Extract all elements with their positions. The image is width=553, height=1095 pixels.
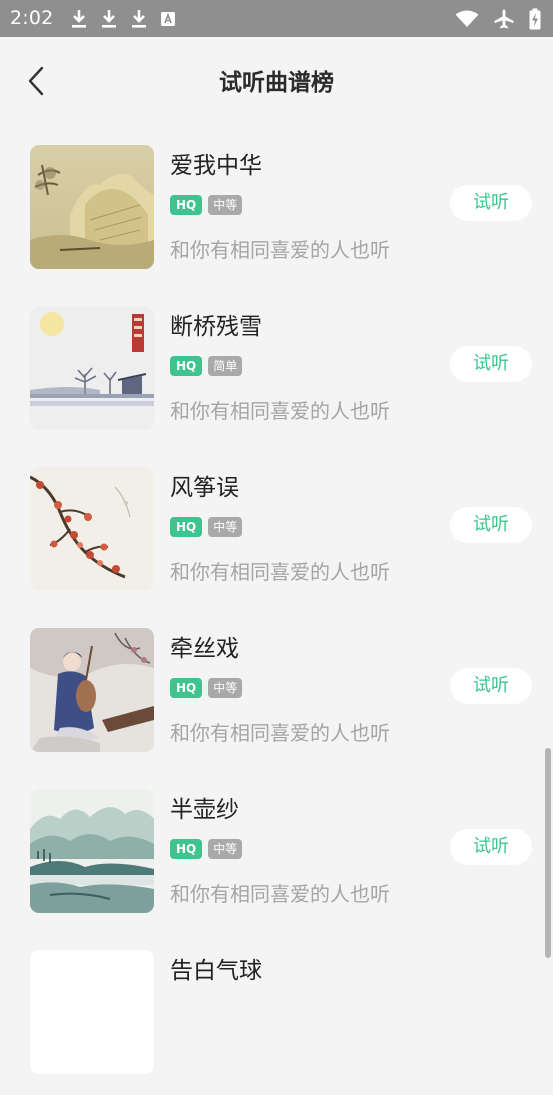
hq-badge: HQ [170,678,203,698]
listen-button[interactable]: 试听 [450,668,532,704]
song-description: 和你有相同喜爱的人也听 [170,560,390,584]
album-cover [30,789,154,913]
song-tags: HQ 中等 [170,195,243,215]
scrollbar[interactable] [545,748,551,958]
listen-button[interactable]: 试听 [450,829,532,865]
status-time: 2:02 [10,7,54,29]
keyboard-a-icon [160,11,176,27]
album-cover [30,467,154,591]
song-tags: HQ 中等 [170,839,243,859]
list-item[interactable]: 牵丝戏 HQ 中等 和你有相同喜爱的人也听 试听 [0,612,553,773]
hq-badge: HQ [170,195,203,215]
song-title: 半壶纱 [170,797,239,823]
list-item[interactable]: 风筝误 HQ 中等 和你有相同喜爱的人也听 试听 [0,451,553,612]
wifi-icon [455,10,479,28]
airplane-icon [493,8,515,30]
song-tags: HQ 中等 [170,517,243,537]
list-item[interactable]: 半壶纱 HQ 中等 和你有相同喜爱的人也听 试听 [0,773,553,934]
difficulty-badge: 中等 [208,678,243,698]
song-description: 和你有相同喜爱的人也听 [170,882,390,906]
difficulty-badge: 简单 [208,356,243,376]
difficulty-badge: 中等 [208,195,243,215]
list-item[interactable]: 爱我中华 HQ 中等 和你有相同喜爱的人也听 试听 [0,129,553,290]
hq-badge: HQ [170,356,203,376]
song-list: 爱我中华 HQ 中等 和你有相同喜爱的人也听 试听 断桥残雪 HQ 简单 和你有… [0,129,553,1095]
notification-icons [70,8,176,30]
song-description: 和你有相同喜爱的人也听 [170,238,390,262]
download-icon [100,9,118,29]
song-title: 牵丝戏 [170,636,239,662]
listen-button[interactable]: 试听 [450,507,532,543]
page-title: 试听曲谱榜 [219,70,334,96]
status-bar: 2:02 [0,0,553,37]
song-description: 和你有相同喜爱的人也听 [170,399,390,423]
hq-badge: HQ [170,839,203,859]
difficulty-badge: 中等 [208,839,243,859]
song-tags: HQ 中等 [170,678,243,698]
hq-badge: HQ [170,517,203,537]
list-item[interactable]: 断桥残雪 HQ 简单 和你有相同喜爱的人也听 试听 [0,290,553,451]
song-title: 断桥残雪 [170,314,262,340]
listen-button[interactable]: 试听 [450,346,532,382]
download-icon [130,9,148,29]
system-icons [455,8,541,30]
song-title: 风筝误 [170,475,239,501]
album-cover [30,145,154,269]
album-cover [30,628,154,752]
list-item[interactable]: 告白气球 [0,934,553,1095]
album-cover [30,306,154,430]
listen-button[interactable]: 试听 [450,185,532,221]
battery-charging-icon [529,8,541,30]
song-tags: HQ 简单 [170,356,243,376]
album-cover [30,950,154,1074]
difficulty-badge: 中等 [208,517,243,537]
top-app-bar: 试听曲谱榜 [0,37,553,129]
song-description: 和你有相同喜爱的人也听 [170,721,390,745]
download-icon [70,9,88,29]
song-title: 爱我中华 [170,153,262,179]
